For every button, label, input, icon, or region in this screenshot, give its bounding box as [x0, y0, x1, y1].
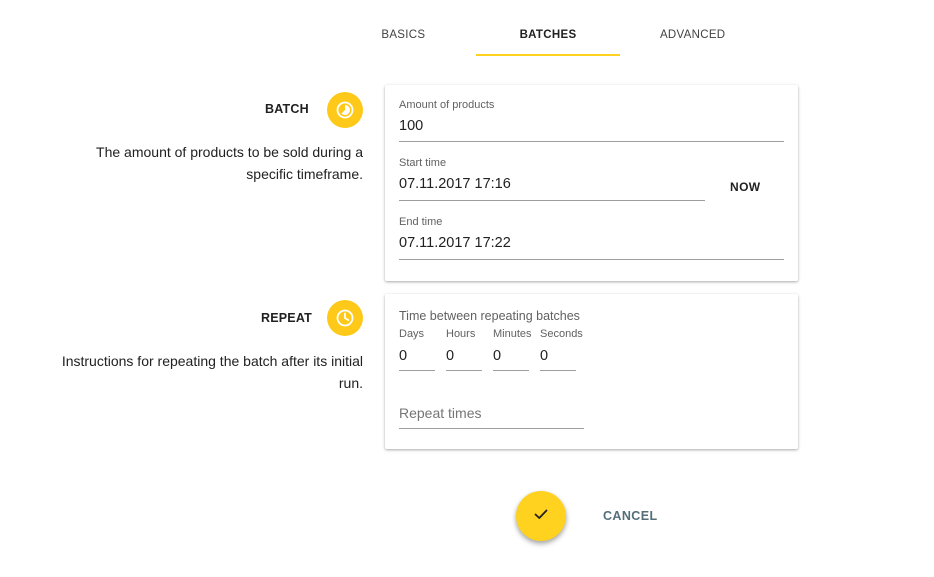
- tab-bar: BASICS BATCHES ADVANCED: [331, 14, 765, 56]
- batch-card: Amount of products 100 Start time 07.11.…: [385, 85, 798, 281]
- tab-advanced[interactable]: ADVANCED: [620, 14, 765, 56]
- end-time-label: End time: [399, 216, 443, 228]
- minutes-input[interactable]: 0: [493, 348, 501, 364]
- repeat-card: Time between repeating batches Days 0 Ho…: [385, 294, 798, 449]
- timelapse-icon: [327, 92, 363, 128]
- amount-label: Amount of products: [399, 99, 495, 111]
- end-time-underline: [399, 259, 784, 260]
- tab-batches[interactable]: BATCHES: [475, 14, 621, 56]
- repeat-description-line-2: run.: [338, 375, 363, 391]
- check-icon: [532, 505, 550, 528]
- seconds-input[interactable]: 0: [540, 348, 548, 364]
- batch-section-title: BATCH: [265, 102, 309, 116]
- days-input[interactable]: 0: [399, 348, 407, 364]
- seconds-label: Seconds: [540, 328, 583, 340]
- start-time-label: Start time: [399, 157, 447, 169]
- repeat-description-line-1: Instructions for repeating the batch aft…: [61, 353, 363, 369]
- hours-underline: [446, 370, 482, 371]
- now-button[interactable]: NOW: [730, 180, 761, 194]
- start-time-field[interactable]: 07.11.2017 17:16: [399, 176, 511, 192]
- batch-description-line-1: The amount of products to be sold during…: [96, 144, 363, 160]
- repeat-description: Instructions for repeating the batch aft…: [62, 350, 363, 394]
- days-underline: [399, 370, 435, 371]
- batch-description: The amount of products to be sold during…: [96, 141, 363, 185]
- clock-icon: [327, 300, 363, 336]
- cancel-button[interactable]: CANCEL: [603, 509, 657, 523]
- seconds-underline: [540, 370, 576, 371]
- hours-label: Hours: [446, 328, 476, 340]
- interval-label: Time between repeating batches: [399, 309, 580, 323]
- days-label: Days: [399, 328, 425, 340]
- confirm-button[interactable]: [516, 491, 566, 541]
- end-time-field[interactable]: 07.11.2017 17:22: [399, 235, 511, 251]
- amount-underline: [399, 141, 784, 142]
- repeat-times-input[interactable]: Repeat times: [399, 405, 481, 421]
- minutes-label: Minutes: [493, 328, 532, 340]
- start-time-underline: [399, 200, 705, 201]
- minutes-underline: [493, 370, 529, 371]
- batch-description-line-2: specific timeframe.: [246, 166, 363, 182]
- hours-input[interactable]: 0: [446, 348, 454, 364]
- tab-basics[interactable]: BASICS: [331, 14, 476, 56]
- repeat-section-title: REPEAT: [261, 311, 312, 325]
- repeat-times-underline: [399, 428, 584, 429]
- amount-field[interactable]: 100: [399, 118, 423, 134]
